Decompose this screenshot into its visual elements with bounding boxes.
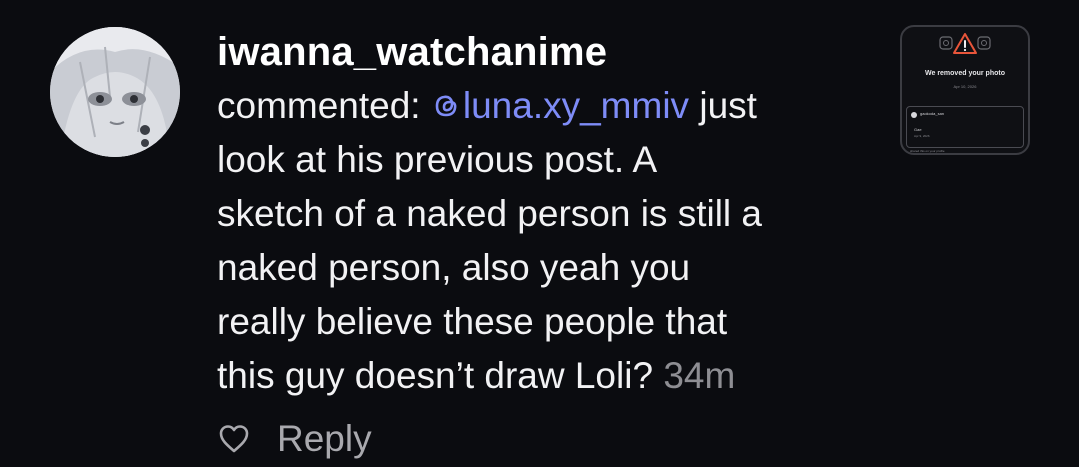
thumbnail-title: We removed your photo: [925, 70, 1005, 77]
comment-actions: Reply: [217, 418, 372, 460]
mention-link[interactable]: luna.xy_mmiv: [431, 85, 689, 126]
thumbnail-date: Apr 10, 2026: [953, 84, 977, 89]
thumbnail-username: gaokoda_san: [920, 111, 945, 116]
avatar[interactable]: [50, 27, 180, 157]
comment-line-2: look at his previous post. A: [217, 139, 658, 180]
thumbnail-footer: shared this on your profile: [910, 149, 945, 153]
comment-line-1: just: [689, 85, 757, 126]
mention-handle: luna.xy_mmiv: [462, 85, 690, 126]
comment-line-4: naked person, also yeah you: [217, 247, 691, 288]
threads-at-icon: [435, 95, 457, 117]
reply-button[interactable]: Reply: [277, 418, 372, 460]
post-thumbnail[interactable]: We removed your photo Apr 10, 2026 gaoko…: [900, 25, 1030, 155]
thumbnail-avatar: [911, 112, 917, 118]
thumbnail-card: gaokoda_san Gae Apr 9, 2026: [906, 106, 1024, 148]
comment-line-5: really believe these people that: [217, 301, 728, 342]
comment-line-6: this guy doesn’t draw Loli?: [217, 355, 654, 396]
comment-body: iwanna_watchanime commented: luna.xy_mmi…: [217, 28, 877, 403]
thumbnail-card-date: Apr 9, 2026: [914, 134, 930, 138]
username[interactable]: iwanna_watchanime: [217, 28, 877, 76]
avatar-image: [50, 27, 180, 157]
comment-text: commented: luna.xy_mmiv just look at his …: [217, 79, 877, 403]
timestamp: 34m: [663, 355, 736, 396]
warning-triangle-icon: [939, 33, 991, 54]
thumbnail-text: Gae: [914, 127, 922, 132]
heart-outline-icon[interactable]: [217, 422, 251, 456]
comment-prefix: commented:: [217, 85, 431, 126]
comment-line-3: sketch of a naked person is still a: [217, 193, 763, 234]
